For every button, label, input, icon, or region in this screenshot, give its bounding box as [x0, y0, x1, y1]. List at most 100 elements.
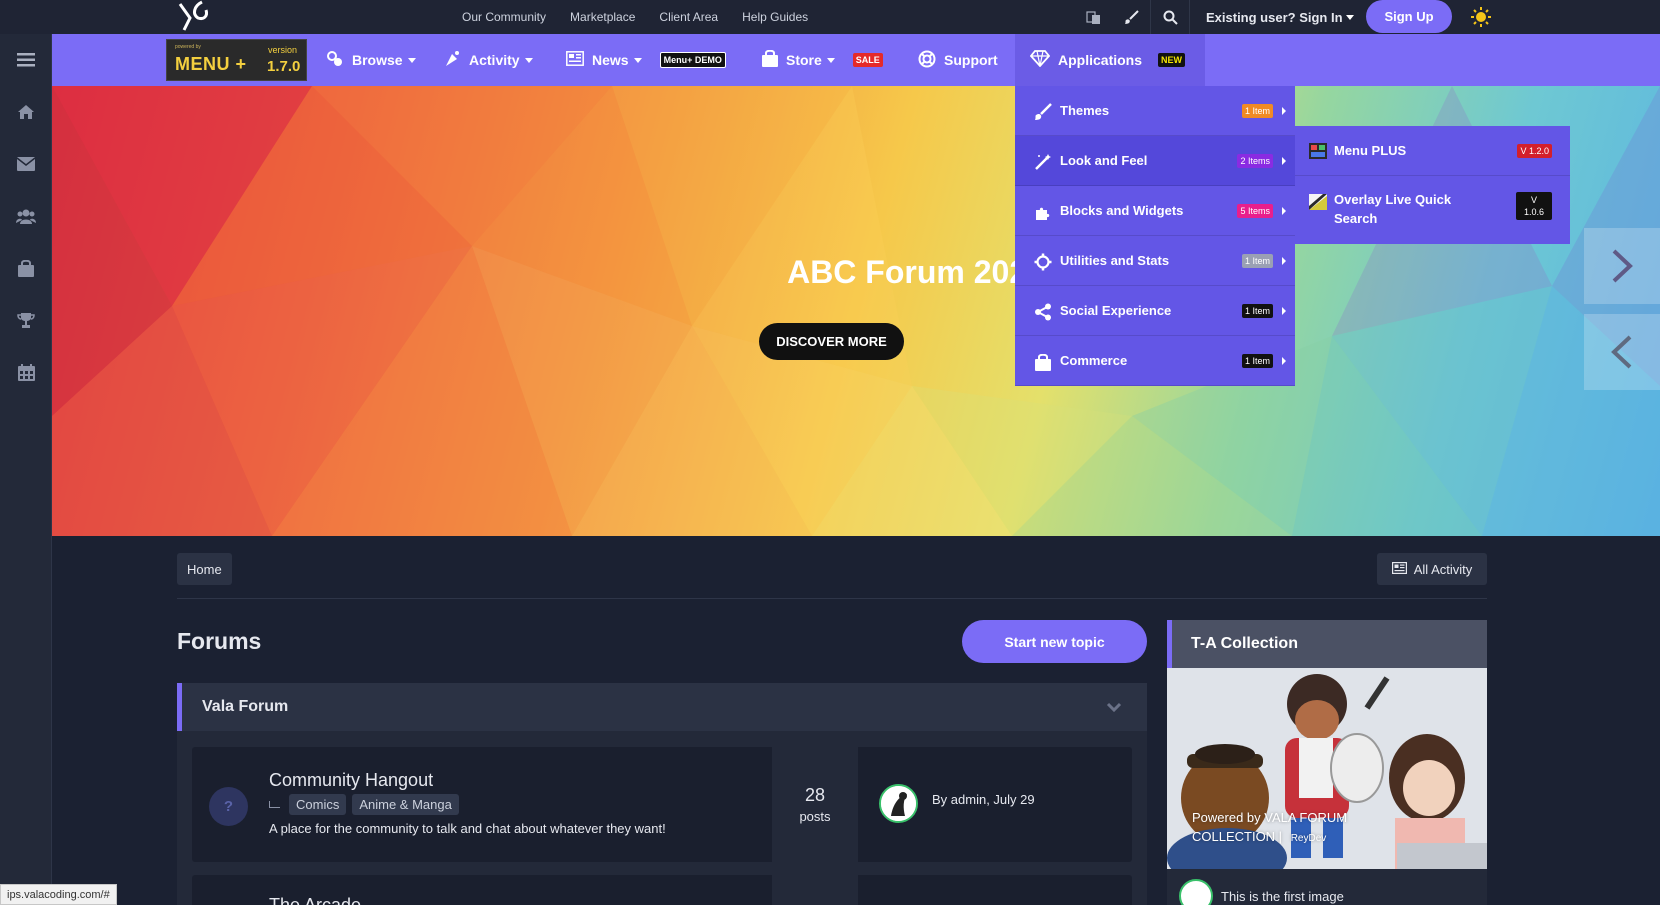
submenu-item-menu-plus[interactable]: Menu PLUS V 1.2.0	[1295, 126, 1570, 176]
search-icon[interactable]	[1151, 0, 1189, 34]
sign-up-button[interactable]: Sign Up	[1366, 0, 1452, 33]
forum-title[interactable]: The Arcade	[269, 895, 361, 905]
subforum-link-anime-manga[interactable]: Anime & Manga	[352, 794, 459, 815]
caption-line: Powered by VALA FORUM	[1192, 810, 1348, 825]
caret-right-icon	[1282, 256, 1286, 265]
sun-icon[interactable]	[1468, 4, 1494, 30]
newspaper-icon	[1391, 561, 1407, 577]
divider	[177, 598, 1487, 599]
nav-browse[interactable]: Browse	[326, 34, 416, 86]
item-count-badge: 5 Items	[1237, 203, 1273, 218]
bag-icon	[1033, 352, 1053, 372]
nav-support-label: Support	[944, 52, 998, 68]
discover-more-button[interactable]: DISCOVER MORE	[759, 323, 904, 360]
chevron-down-icon	[1345, 14, 1354, 20]
menu-plus-badge[interactable]: powered by MENU + version 1.7.0	[166, 39, 307, 81]
subforum-indicator-icon	[269, 801, 280, 808]
top-link-client-area[interactable]: Client Area	[659, 10, 718, 24]
nav-browse-label: Browse	[352, 52, 403, 68]
puzzle-icon	[1033, 202, 1053, 222]
nav-support[interactable]: Support	[918, 34, 998, 86]
main-navigation: powered by MENU + version 1.7.0 Browse A…	[52, 34, 1660, 86]
brush-icon	[1033, 102, 1053, 122]
applications-dropdown: Themes 1 Item Look and Feel 2 Items Bloc…	[1015, 86, 1295, 386]
widget-header: T-A Collection	[1167, 620, 1487, 668]
browse-icon	[326, 50, 344, 71]
submenu-item-label: Overlay Live Quick Search	[1334, 192, 1452, 226]
subforum-list: Comics Anime & Manga	[269, 794, 459, 815]
envelope-icon[interactable]	[0, 138, 52, 190]
page-title: Forums	[177, 628, 262, 654]
trophy-icon[interactable]	[0, 294, 52, 346]
avatar[interactable]	[879, 784, 918, 823]
submenu-item-overlay-live-quick-search[interactable]: Overlay Live Quick Search V 1.0.6	[1295, 176, 1570, 244]
category-title[interactable]: Vala Forum	[202, 698, 288, 716]
chevron-left-icon[interactable]	[1584, 314, 1660, 390]
chevron-right-icon[interactable]	[1584, 228, 1660, 304]
all-activity-button[interactable]: All Activity	[1377, 553, 1487, 585]
nav-news[interactable]: News Menu+ DEMO	[566, 34, 726, 86]
caption-author: ReyDev	[1290, 833, 1327, 844]
chevron-down-icon[interactable]	[1105, 698, 1123, 716]
forum-category: Vala Forum ? Community Hangout Comics An…	[177, 683, 1147, 905]
brush-icon[interactable]	[1112, 0, 1150, 34]
chevron-down-icon	[524, 57, 533, 63]
item-count-badge: 2 Items	[1237, 153, 1273, 168]
category-header: Vala Forum	[177, 683, 1147, 731]
forum-row: The Arcade	[192, 875, 1132, 905]
nav-store-label: Store	[786, 52, 822, 68]
top-link-community[interactable]: Our Community	[462, 10, 546, 24]
version-line: 1.0.6	[1523, 207, 1545, 217]
calendar-icon[interactable]	[0, 346, 52, 398]
news-demo-badge: Menu+ DEMO	[659, 52, 726, 68]
site-logo[interactable]	[176, 0, 212, 32]
version-line: V	[1530, 195, 1537, 205]
shopping-bag-icon[interactable]	[0, 242, 52, 294]
caret-right-icon	[1282, 306, 1286, 315]
start-new-topic-button[interactable]: Start new topic	[962, 620, 1147, 663]
dropdown-item-commerce[interactable]: Commerce 1 Item	[1015, 336, 1295, 386]
widget-footer: This is the first image	[1179, 879, 1344, 905]
top-links: Our Community Marketplace Client Area He…	[462, 0, 808, 34]
dropdown-item-look-and-feel[interactable]: Look and Feel 2 Items	[1015, 136, 1295, 186]
dropdown-item-social-experience[interactable]: Social Experience 1 Item	[1015, 286, 1295, 336]
users-icon[interactable]	[0, 190, 52, 242]
version-badge: V 1.0.6	[1516, 192, 1552, 220]
all-activity-label: All Activity	[1413, 561, 1473, 577]
nav-activity[interactable]: Activity	[444, 34, 533, 86]
version-badge: V 1.2.0	[1517, 143, 1552, 158]
dropdown-item-blocks-and-widgets[interactable]: Blocks and Widgets 5 Items	[1015, 186, 1295, 236]
avatar[interactable]	[1179, 879, 1213, 905]
activity-icon	[444, 50, 461, 70]
forum-stats	[772, 875, 858, 905]
post-count: 28	[804, 785, 826, 805]
dropdown-item-themes[interactable]: Themes 1 Item	[1015, 86, 1295, 136]
chevron-down-icon	[633, 57, 642, 63]
app-thumbnail-icon	[1309, 142, 1327, 159]
dropdown-item-utilities-and-stats[interactable]: Utilities and Stats 1 Item	[1015, 236, 1295, 286]
top-link-marketplace[interactable]: Marketplace	[570, 10, 635, 24]
sign-in-link[interactable]: Existing user? Sign In	[1206, 0, 1354, 34]
subforum-link-comics[interactable]: Comics	[289, 794, 347, 815]
widget-image[interactable]: Powered by VALA FORUM COLLECTION | ReyDe…	[1167, 668, 1487, 869]
home-icon[interactable]	[0, 86, 52, 138]
top-link-help-guides[interactable]: Help Guides	[742, 10, 808, 24]
post-count-label: posts	[799, 809, 831, 824]
caret-right-icon	[1282, 356, 1286, 365]
hamburger-menu-icon[interactable]	[0, 34, 52, 86]
breadcrumb[interactable]: Home	[177, 553, 232, 585]
forum-row: ? Community Hangout Comics Anime & Manga…	[192, 747, 1132, 862]
nav-applications-label: Applications	[1058, 52, 1143, 68]
translate-icon[interactable]	[1074, 0, 1112, 34]
nav-activity-label: Activity	[469, 52, 520, 68]
forum-unread-icon: ?	[209, 787, 248, 826]
gear-icon	[1033, 252, 1053, 272]
dropdown-item-label: Social Experience	[1060, 303, 1172, 318]
status-bar-url: ips.valacoding.com/#	[0, 884, 117, 905]
nav-store[interactable]: Store SALE	[762, 34, 883, 86]
nav-applications[interactable]: Applications NEW	[1015, 34, 1206, 86]
item-count-badge: 1 Item	[1241, 103, 1273, 118]
last-post-info[interactable]: By admin, July 29	[932, 792, 1035, 807]
app-thumbnail-icon	[1309, 194, 1327, 210]
forum-title[interactable]: Community Hangout	[269, 770, 433, 791]
